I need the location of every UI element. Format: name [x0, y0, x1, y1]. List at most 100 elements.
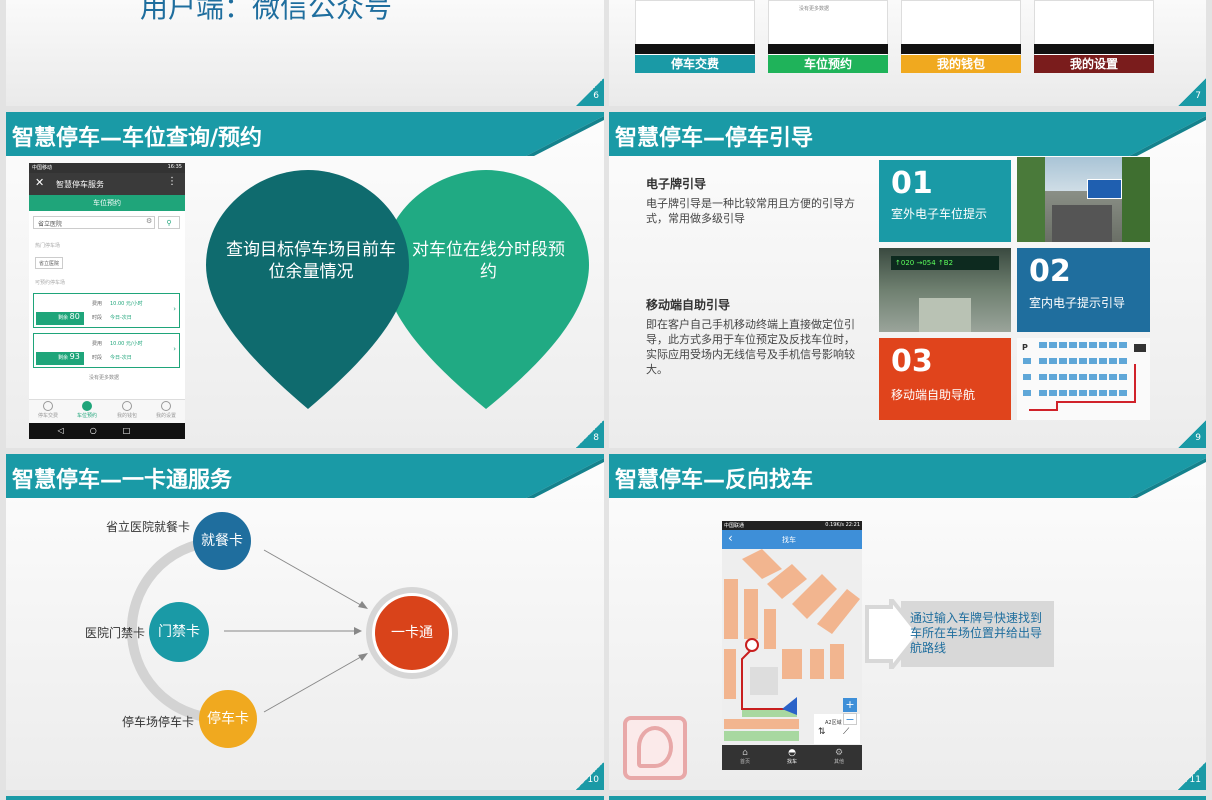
label-parking: 停车场停车卡 [122, 715, 195, 729]
no-more-text: 没有更多数据 [799, 6, 830, 12]
lot-card[interactable]: 剩余 93 费用 10.00 元/小时 时段 今日-次日 › [33, 333, 180, 368]
caption-button-3[interactable]: 我的钱包 [901, 55, 1021, 73]
time-value: 今日-次日 [110, 355, 132, 361]
heading-mobile-guide: 移动端自助引导 [646, 298, 731, 312]
section-list: 可预约停车场 [35, 280, 66, 286]
time-label: 时段 [92, 355, 103, 361]
pay-icon [43, 401, 53, 411]
slide-8[interactable]: 智慧停车—车位查询/预约 中国移动 16:35 ✕ 智慧停车服务 ⋮ 车位预约 … [6, 112, 604, 448]
tile-label: 室内电子提示引导 [1029, 296, 1126, 310]
zone-label: A2区域 [825, 720, 842, 726]
back-icon[interactable]: ‹ [728, 531, 733, 545]
home-icon: ⌂ [742, 748, 748, 758]
slide-6[interactable]: 用户端：微信公众号 6 [6, 0, 604, 106]
time-label: 时段 [92, 315, 103, 321]
remain-label: 剩余 [58, 315, 69, 321]
app-bar [29, 173, 185, 195]
nav-item-home[interactable]: ⌂ 首页 [732, 748, 758, 765]
gear-icon: ⚙ [834, 748, 844, 758]
elevator-icon: ⇅ [818, 727, 826, 737]
nav-item-pay[interactable]: 停车交费 [35, 401, 61, 419]
section-hot: 热门停车场 [35, 243, 61, 249]
remain-box: 剩余 93 [36, 352, 84, 365]
phone-map-screenshot: 中国联通 0.19K/s 22:21 ‹ 找车 + − A2区域 ⇅ ⟋ ⌂ 首… [722, 521, 862, 770]
heading-sign-guide: 电子牌引导 [646, 177, 707, 191]
text-sign-guide: 电子牌引导是一种比较常用且方便的引导方式，常用做多级引导 [646, 197, 855, 225]
nav-label: 我的设置 [155, 413, 176, 419]
callout-text: 通过输入车牌号快速找到车所在车场位置并给出导航路线 [910, 611, 1043, 655]
escalator-icon: ⟋ [843, 727, 850, 737]
slide-7[interactable]: 没有更多数据 停车交费 车位预约 我的钱包 我的设置 7 [609, 0, 1206, 106]
phone-screenshot: 中国移动 16:35 ✕ 智慧停车服务 ⋮ 车位预约 省立医院 ⚙ ⚲ 热门停车… [29, 163, 185, 439]
fee-value: 10.00 元/小时 [110, 301, 143, 307]
drop-text-reserve: 对车位在线分时段预约 [412, 240, 565, 282]
nav-label: 其他 [833, 759, 844, 765]
caption-button-1[interactable]: 停车交费 [635, 55, 755, 73]
slide-11[interactable]: 智慧停车—反向找车 中国联通 0.19K/s 22:21 ‹ 找车 + − A2 [609, 454, 1206, 790]
text-mobile-guide: 即在客户自己手机移动终端上直接做定位引导，此方式多用于车位预定及反找车位时，实际… [646, 318, 855, 376]
zoom-in-button[interactable]: + [843, 698, 857, 712]
nav-label: 停车交费 [37, 413, 58, 419]
remain-box: 剩余 80 [36, 312, 84, 325]
nav-item-other[interactable]: ⚙ 其他 [826, 748, 852, 765]
nav-label: 首页 [739, 759, 750, 765]
tile-label: 室外电子车位提示 [891, 207, 988, 221]
card-parking: 停车卡 [199, 690, 257, 748]
logo-swirl-icon [637, 726, 673, 768]
fee-value: 10.00 元/小时 [110, 341, 143, 347]
status-left: 中国移动 [32, 165, 53, 171]
nav-item-reserve[interactable]: 车位预约 [74, 401, 100, 419]
search-button[interactable]: ⚲ [158, 216, 180, 229]
nav-label: 我的钱包 [116, 413, 137, 419]
drop-shapes [206, 170, 589, 409]
card-diagram [126, 537, 458, 724]
page-number: 9 [1178, 420, 1206, 448]
label-dining: 省立医院就餐卡 [106, 520, 191, 534]
fee-label: 费用 [92, 341, 103, 347]
label-access: 医院门禁卡 [85, 626, 146, 640]
gear-icon[interactable]: ⚙ [146, 217, 152, 225]
zoom-out-button[interactable]: − [843, 713, 857, 726]
nav-item-wallet[interactable]: 我的钱包 [114, 401, 140, 419]
tile-mobile: 03 移动端自助导航 [879, 338, 1011, 420]
slide-13-top-edge [609, 796, 1206, 800]
slide-10[interactable]: 智慧停车—一卡通服务 就餐卡 门禁卡 停车卡 一卡通 省立医院就餐卡 医院门禁卡… [6, 454, 604, 790]
page-number: 6 [576, 78, 604, 106]
caption-button-4[interactable]: 我的设置 [1034, 55, 1154, 73]
tree-left [1017, 157, 1045, 242]
photo-indoor-sign: ↑020 →054 ↑B2 [879, 248, 1011, 332]
status-bar [29, 163, 185, 173]
lot-card[interactable]: 剩余 80 费用 10.00 元/小时 时段 今日-次日 › [33, 293, 180, 328]
page-number: 8 [576, 420, 604, 448]
no-more-text: 没有更多数据 [89, 375, 120, 381]
slide-title: 智慧停车—车位查询/预约 [12, 126, 263, 151]
android-bar-4 [1034, 44, 1154, 54]
close-icon[interactable]: ✕ [35, 176, 44, 189]
hot-tag[interactable]: 省立医院 [35, 257, 64, 269]
one-card-center: 一卡通 [372, 593, 452, 673]
photo-street-signs [1017, 157, 1150, 242]
garage-floor [919, 298, 971, 332]
search-icon: ⚲ [166, 219, 172, 227]
nav-item-settings[interactable]: 我的设置 [153, 401, 179, 419]
search-input[interactable]: 省立医院 [33, 216, 155, 229]
tile-outdoor: 01 室外电子车位提示 [879, 160, 1011, 242]
slide-9[interactable]: 智慧停车—停车引导 电子牌引导 电子牌引导是一种比较常用且方便的引导方式，常用做… [609, 112, 1206, 448]
caption-button-2[interactable]: 车位预约 [768, 55, 888, 73]
tile-number: 02 [1029, 254, 1071, 289]
nav-item-find-car[interactable]: ◓ 找车 [779, 748, 805, 765]
page-number: 11 [1178, 762, 1206, 790]
page-number: 10 [576, 762, 604, 790]
drop-text-query: 查询目标停车场目前车位余量情况 [226, 240, 396, 282]
slide-6-heading: 用户端：微信公众号 [140, 0, 393, 24]
sign-text: →054 [916, 259, 936, 267]
led-sign: ↑020 →054 ↑B2 [891, 256, 999, 270]
more-icon[interactable]: ⋮ [167, 176, 177, 187]
tab-bar[interactable]: 车位预约 [29, 195, 185, 211]
time-value: 今日-次日 [110, 315, 132, 321]
remain-value: 93 [69, 352, 80, 361]
road [1052, 205, 1112, 242]
card-dining: 就餐卡 [193, 512, 251, 570]
tree-right [1122, 157, 1150, 242]
status-left: 中国联通 [724, 523, 745, 529]
